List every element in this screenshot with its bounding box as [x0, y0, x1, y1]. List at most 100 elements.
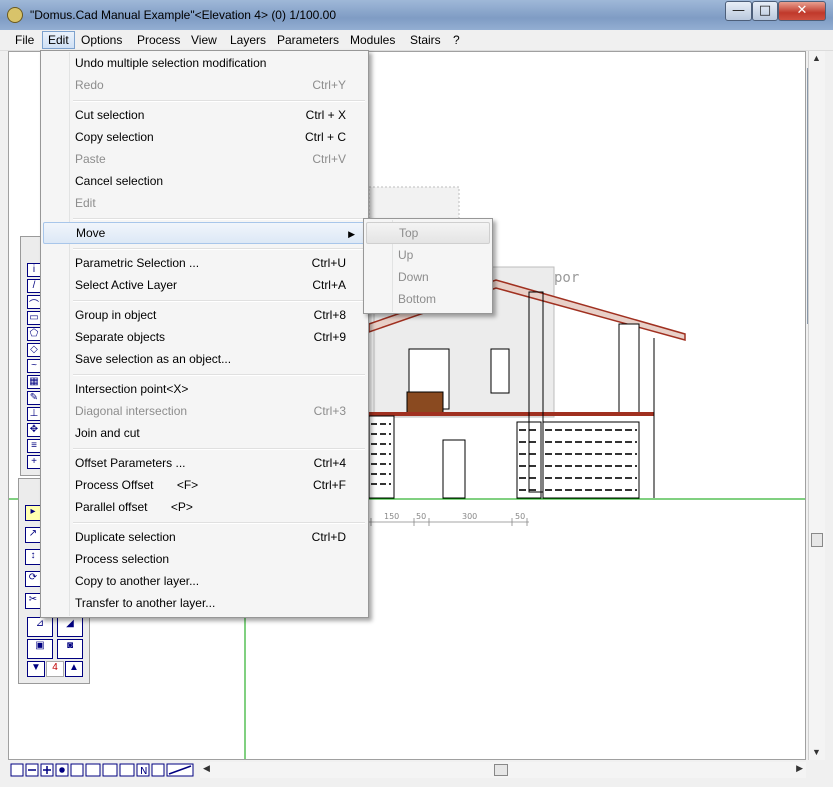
- menu-parameters[interactable]: Parameters: [272, 31, 344, 49]
- menu-item-label: Join and cut: [75, 426, 140, 440]
- drawing-watermark: por: [554, 270, 579, 286]
- close-button[interactable]: ✕: [778, 1, 826, 21]
- menu-item-parallel-offset[interactable]: Parallel offset <P>: [43, 496, 366, 518]
- menu-item-duplicate-selection[interactable]: Duplicate selection Ctrl+D: [43, 526, 366, 548]
- submenu-arrow-icon: ▶: [348, 229, 355, 239]
- dim-label-300: 300: [462, 512, 477, 521]
- arc-tool-icon[interactable]: ⌒: [27, 295, 41, 311]
- menu-view[interactable]: View: [186, 31, 222, 49]
- menu-item-label: Offset Parameters ...: [75, 456, 186, 470]
- rect-tool-icon[interactable]: ▭: [27, 311, 41, 325]
- submenu-item-bottom[interactable]: Bottom: [366, 288, 490, 310]
- arrows-icon: [70, 763, 84, 777]
- menu-item-intersection-point[interactable]: Intersection point<X>: [43, 378, 366, 400]
- rotate-tool-icon[interactable]: ⟳: [25, 571, 41, 587]
- palette-counter: 4: [46, 661, 64, 677]
- slab-tool-icon[interactable]: ◢: [57, 617, 83, 637]
- menu-item-redo[interactable]: Redo Ctrl+Y: [43, 74, 366, 96]
- scroll-down-icon[interactable]: ▼: [812, 747, 821, 757]
- menu-item-shortcut: Ctrl+9: [313, 330, 346, 344]
- menu-item-label: Copy to another layer...: [75, 574, 200, 588]
- menu-item-label: Redo: [75, 78, 104, 92]
- menu-stairs[interactable]: Stairs: [405, 31, 446, 49]
- scroll-up-icon[interactable]: ▲: [812, 53, 821, 63]
- horizontal-scrollbar[interactable]: ◀ ▶: [200, 762, 806, 778]
- edit-tool-icon[interactable]: ↗: [25, 527, 41, 543]
- menu-item-copy-to-layer[interactable]: Copy to another layer...: [43, 570, 366, 592]
- menu-item-shortcut: Ctrl+Y: [312, 78, 346, 92]
- menu-file[interactable]: File: [10, 31, 39, 49]
- scroll-left-icon[interactable]: ◀: [203, 763, 210, 774]
- menu-item-paste[interactable]: Paste Ctrl+V: [43, 148, 366, 170]
- menu-process[interactable]: Process: [132, 31, 185, 49]
- curve-tool-icon[interactable]: ~: [27, 359, 41, 373]
- menu-item-offset-parameters[interactable]: Offset Parameters ... Ctrl+4: [43, 452, 366, 474]
- vertical-scrollbar[interactable]: ▲ ▼: [808, 51, 825, 760]
- scroll-right-icon[interactable]: ▶: [796, 763, 803, 774]
- poly-tool-icon[interactable]: ⬠: [27, 327, 41, 341]
- app-icon[interactable]: [7, 7, 23, 23]
- move-tool-icon[interactable]: ✥: [27, 423, 41, 437]
- submenu-item-up[interactable]: Up: [366, 244, 490, 266]
- arrow-down-icon[interactable]: ▼: [27, 661, 45, 677]
- menu-layers[interactable]: Layers: [225, 31, 271, 49]
- menu-item-cancel-selection[interactable]: Cancel selection: [43, 170, 366, 192]
- info-icon[interactable]: i: [27, 263, 41, 277]
- menu-help[interactable]: ?: [448, 31, 465, 49]
- menu-bar: File Edit Options Process View Layers Pa…: [0, 30, 833, 51]
- menu-item-move[interactable]: Move ▶: [43, 222, 366, 244]
- node-tool-icon[interactable]: ↕: [25, 549, 41, 565]
- menu-item-label: Move: [76, 226, 106, 240]
- measure-tool-icon[interactable]: ⊥: [27, 407, 41, 421]
- menu-item-process-selection[interactable]: Process selection: [43, 548, 366, 570]
- menu-item-label: Process Offset <F>: [75, 478, 199, 492]
- menu-options[interactable]: Options: [76, 31, 127, 49]
- submenu-item-label: Bottom: [398, 292, 437, 306]
- menu-item-cut-selection[interactable]: Cut selection Ctrl + X: [43, 104, 366, 126]
- minimize-button[interactable]: —: [725, 1, 752, 21]
- edit-menu-dropdown: Undo multiple selection modification Red…: [40, 50, 369, 618]
- snap-tool-icon[interactable]: +: [27, 455, 41, 469]
- menu-item-undo[interactable]: Undo multiple selection modification: [43, 52, 366, 74]
- menu-item-transfer-to-layer[interactable]: Transfer to another layer...: [43, 592, 366, 614]
- menu-edit[interactable]: Edit: [42, 31, 75, 49]
- menu-item-shortcut: Ctrl+A: [312, 278, 346, 292]
- shape-tool-icon[interactable]: ◇: [27, 343, 41, 357]
- menu-item-select-active-layer[interactable]: Select Active Layer Ctrl+A: [43, 274, 366, 296]
- menu-item-edit[interactable]: Edit: [43, 192, 366, 214]
- menu-item-label: Process selection: [75, 552, 170, 566]
- submenu-item-down[interactable]: Down: [366, 266, 490, 288]
- maximize-button[interactable]: □: [752, 1, 778, 21]
- menu-modules[interactable]: Modules: [345, 31, 400, 49]
- menu-separator: [73, 100, 365, 102]
- horizontal-scroll-thumb[interactable]: [494, 764, 508, 776]
- box-tool-icon[interactable]: ▣: [27, 639, 53, 659]
- symbol-tool-icon[interactable]: ✎: [27, 391, 41, 405]
- stair-tool-icon[interactable]: ≡: [27, 439, 41, 453]
- menu-item-label: Group in object: [75, 308, 157, 322]
- menu-item-save-selection-object[interactable]: Save selection as an object...: [43, 348, 366, 370]
- menu-item-copy-selection[interactable]: Copy selection Ctrl + C: [43, 126, 366, 148]
- camera-tool-icon[interactable]: ◙: [57, 639, 83, 659]
- hand-icon: [119, 763, 135, 777]
- select-tool-icon[interactable]: ▸: [25, 505, 41, 521]
- menu-item-parametric-selection[interactable]: Parametric Selection ... Ctrl+U: [43, 252, 366, 274]
- menu-item-join-and-cut[interactable]: Join and cut: [43, 422, 366, 444]
- menu-item-label: Parallel offset <P>: [75, 500, 193, 514]
- menu-separator: [73, 522, 365, 524]
- menu-item-shortcut: Ctrl+F: [313, 478, 346, 492]
- menu-item-process-offset[interactable]: Process Offset <F> Ctrl+F: [43, 474, 366, 496]
- menu-item-shortcut: Ctrl+V: [312, 152, 346, 166]
- menu-item-diagonal-intersection[interactable]: Diagonal intersection Ctrl+3: [43, 400, 366, 422]
- arrow-up-icon[interactable]: ▲: [65, 661, 83, 677]
- wall-tool-icon[interactable]: ⊿: [27, 617, 53, 637]
- menu-item-group-in-object[interactable]: Group in object Ctrl+8: [43, 304, 366, 326]
- vertical-scroll-thumb[interactable]: [811, 533, 823, 547]
- line-tool-icon[interactable]: /: [27, 279, 41, 293]
- menu-item-separate-objects[interactable]: Separate objects Ctrl+9: [43, 326, 366, 348]
- trim-tool-icon[interactable]: ✂: [25, 593, 41, 609]
- fill-tool-icon[interactable]: ▦: [27, 375, 41, 389]
- menu-item-label: Cancel selection: [75, 174, 164, 188]
- submenu-item-top[interactable]: Top: [366, 222, 490, 244]
- menu-item-shortcut: Ctrl+4: [313, 456, 346, 470]
